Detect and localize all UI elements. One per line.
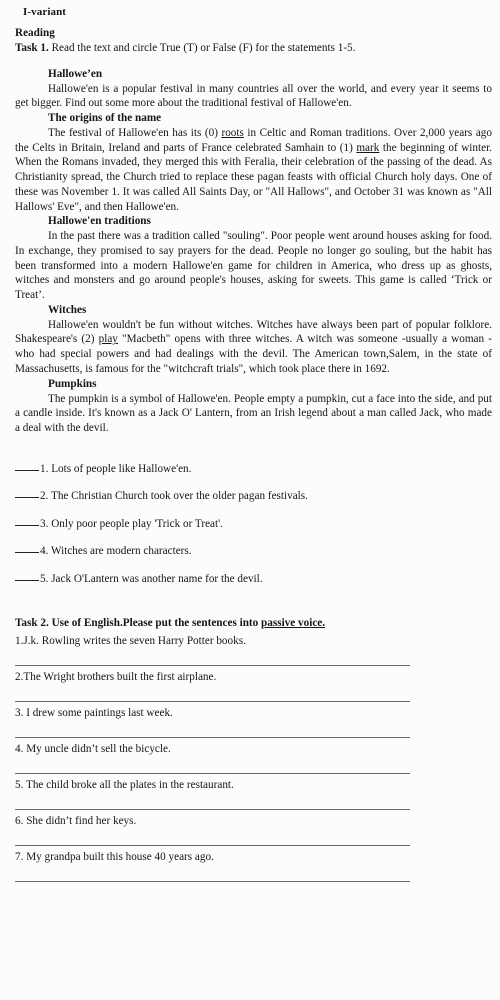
statement-text: Witches are modern characters. (48, 545, 192, 558)
statement-text: Lots of people like Hallowe'en. (48, 462, 192, 475)
gap-word-mark: mark (356, 141, 380, 154)
task2-question-item: 4. My uncle didn’t sell the bicycle. (15, 742, 493, 774)
variant-label: I-variant (23, 6, 67, 18)
task2-underlined-term: passive voice. (261, 616, 326, 629)
task2-question-text: 7. My grandpa built this house 40 years … (15, 850, 214, 863)
page-content: I-variant Reading Task 1. Read the text … (0, 0, 500, 882)
article-heading-witches: Witches (48, 303, 87, 316)
statement-text: Only poor people play 'Trick or Treat'. (48, 517, 223, 530)
article-paragraph-origins: The festival of Hallowe'en has its (0) r… (15, 126, 493, 214)
statement-item[interactable]: 5. Jack O'Lantern was another name for t… (15, 572, 493, 587)
section-heading-reading: Reading (15, 27, 55, 39)
statement-item[interactable]: 4. Witches are modern characters. (15, 544, 493, 559)
answer-line[interactable] (15, 700, 410, 702)
answer-blank[interactable] (15, 580, 39, 582)
task2-question-item: 1.J.k. Rowling writes the seven Harry Po… (15, 634, 493, 666)
article-title: Hallowe’en (48, 67, 103, 80)
task1-instruction: Task 1. Read the text and circle True (T… (15, 41, 493, 56)
article-heading-origins: The origins of the name (48, 112, 162, 124)
task2-question-text: 1.J.k. Rowling writes the seven Harry Po… (15, 634, 246, 647)
answer-blank[interactable] (15, 469, 39, 471)
task2-question-text: 3. I drew some paintings last week. (15, 706, 173, 719)
article-paragraph-pumpkins: The pumpkin is a symbol of Hallowe'en. P… (15, 392, 492, 434)
task1-instruction-text: Read the text and circle True (T) or Fal… (48, 42, 356, 54)
statement-item[interactable]: 1. Lots of people like Hallowe'en. (15, 462, 493, 477)
answer-line[interactable] (15, 736, 410, 738)
task2-question-item: 7. My grandpa built this house 40 years … (15, 850, 493, 882)
task2-question-text: 5. The child broke all the plates in the… (15, 778, 234, 791)
answer-line[interactable] (15, 880, 410, 882)
answer-blank[interactable] (15, 552, 39, 554)
task1-label: Task 1. (15, 42, 49, 54)
gap-word-roots: roots (221, 127, 244, 139)
task2-question-item: 3. I drew some paintings last week. (15, 706, 493, 738)
answer-line[interactable] (15, 808, 410, 810)
article-paragraph-traditions: In the past there was a tradition called… (15, 230, 492, 302)
task2-question-text: 4. My uncle didn’t sell the bicycle. (15, 742, 171, 755)
answer-line[interactable] (15, 844, 410, 846)
task2-question-text: 6. She didn’t find her keys. (15, 814, 137, 827)
worksheet-page: I-variant Reading Task 1. Read the text … (0, 0, 500, 1000)
answer-line[interactable] (15, 664, 410, 666)
origins-text-before: The festival of Hallowe'en has its (0) (48, 127, 222, 139)
task2-question-text: 2.The Wright brothers built the first ai… (15, 670, 217, 683)
article-intro-paragraph: Hallowe'en is a popular festival in many… (15, 82, 492, 110)
answer-blank[interactable] (15, 497, 39, 499)
task2-instruction-text: Task 2. Use of English.Please put the se… (15, 616, 262, 629)
answer-line[interactable] (15, 772, 410, 774)
task2-question-item: 2.The Wright brothers built the first ai… (15, 670, 493, 702)
statement-item[interactable]: 2. The Christian Church took over the ol… (15, 489, 493, 504)
task2-instruction: Task 2. Use of English.Please put the se… (15, 616, 493, 631)
gap-word-play: play (98, 333, 118, 346)
statement-text: The Christian Church took over the older… (48, 490, 308, 503)
article-heading-traditions: Hallowe'en traditions (48, 215, 151, 228)
statement-text: Jack O'Lantern was another name for the … (48, 573, 263, 586)
answer-blank[interactable] (15, 524, 39, 526)
task2-question-item: 5. The child broke all the plates in the… (15, 778, 493, 810)
article-heading-pumpkins: Pumpkins (48, 377, 97, 390)
statement-item[interactable]: 3. Only poor people play 'Trick or Treat… (15, 517, 493, 532)
article-paragraph-witches: Hallowe'en wouldn't be fun without witch… (15, 318, 493, 377)
task2-question-item: 6. She didn’t find her keys. (15, 814, 493, 846)
